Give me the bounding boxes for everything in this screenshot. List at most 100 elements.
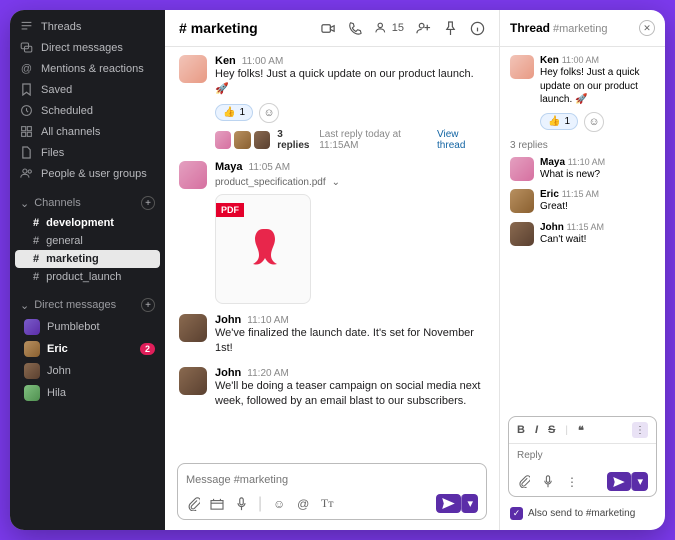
message-text: What is new?	[540, 168, 605, 182]
member-count[interactable]: 15	[375, 21, 404, 35]
attach-icon[interactable]	[517, 475, 531, 489]
bookmark-icon	[20, 83, 33, 96]
sidebar: Threads Direct messages @Mentions & reac…	[10, 10, 165, 530]
strike-icon[interactable]: S	[548, 424, 555, 436]
nav-direct-messages[interactable]: Direct messages	[10, 37, 165, 58]
mic-icon[interactable]	[541, 475, 555, 489]
author-name[interactable]: Ken	[215, 55, 236, 67]
message: John11:20 AM We'll be doing a teaser cam…	[179, 367, 485, 410]
dm-item-pumblebot[interactable]: Pumblebot	[10, 316, 165, 338]
avatar[interactable]	[179, 314, 207, 342]
avatar[interactable]	[510, 222, 534, 246]
emoji-icon[interactable]: ☺	[272, 497, 286, 511]
channel-item-product-launch[interactable]: #product_launch	[15, 268, 160, 286]
nav-label: Scheduled	[41, 105, 93, 117]
add-reaction-button[interactable]: ☺	[584, 112, 604, 132]
nav-label: Threads	[41, 21, 81, 33]
member-count-value: 15	[392, 22, 404, 34]
reply-avatar	[215, 131, 231, 149]
author-name[interactable]: John	[215, 367, 241, 379]
pdf-icon	[241, 224, 285, 274]
nav-files[interactable]: Files	[10, 142, 165, 163]
timestamp: 11:15 AM	[562, 189, 599, 199]
author-name[interactable]: Maya	[540, 157, 565, 168]
phone-call-icon[interactable]	[348, 21, 363, 36]
info-icon[interactable]	[470, 21, 485, 36]
timestamp: 11:15 AM	[567, 222, 604, 232]
file-name-row[interactable]: product_specification.pdf⌄	[215, 177, 485, 188]
add-dm-button[interactable]: +	[141, 298, 155, 312]
author-name[interactable]: Maya	[215, 161, 243, 173]
reaction-emoji: 👍	[223, 107, 235, 118]
channel-label: product_launch	[46, 271, 121, 283]
dm-item-hila[interactable]: Hila	[10, 382, 165, 404]
avatar[interactable]	[179, 55, 207, 83]
slash-command-icon[interactable]	[210, 497, 224, 511]
dm-section-header[interactable]: ⌄Direct messages +	[10, 292, 165, 316]
also-send-row: ✓ Also send to #marketing	[500, 501, 665, 530]
video-call-icon[interactable]	[321, 21, 336, 36]
nav-mentions[interactable]: @Mentions & reactions	[10, 58, 165, 79]
chevron-down-icon: ⌄	[20, 197, 29, 210]
also-send-checkbox[interactable]: ✓	[510, 507, 523, 520]
avatar[interactable]	[510, 157, 534, 181]
nav-saved[interactable]: Saved	[10, 79, 165, 100]
dm-item-john[interactable]: John	[10, 360, 165, 382]
avatar[interactable]	[179, 367, 207, 395]
italic-icon[interactable]: I	[535, 424, 538, 436]
add-member-icon[interactable]	[416, 21, 431, 36]
avatar[interactable]	[510, 55, 534, 79]
attach-icon[interactable]	[186, 497, 200, 511]
author-name[interactable]: John	[215, 314, 241, 326]
send-options-button[interactable]: ▾	[461, 494, 478, 513]
chevron-down-icon[interactable]: ⌄	[332, 177, 340, 188]
more-formatting-button[interactable]: ⋮	[632, 422, 648, 438]
author-name[interactable]: Ken	[540, 55, 559, 66]
mic-icon[interactable]	[234, 497, 248, 511]
add-reaction-button[interactable]: ☺	[259, 103, 279, 123]
add-channel-button[interactable]: +	[141, 196, 155, 210]
also-send-label: Also send to #marketing	[528, 508, 635, 519]
message-composer: | ☺ @ Tт ▾	[177, 463, 487, 520]
send-button[interactable]	[436, 494, 461, 513]
mention-icon[interactable]: @	[296, 497, 310, 511]
more-icon[interactable]: ⋮	[565, 475, 579, 489]
quote-icon[interactable]: ❝	[578, 424, 584, 437]
pin-icon[interactable]	[443, 21, 458, 36]
channel-item-general[interactable]: #general	[15, 232, 160, 250]
nav-all-channels[interactable]: All channels	[10, 121, 165, 142]
message-text: Hey folks! Just a quick update on our pr…	[215, 67, 485, 98]
close-thread-button[interactable]: ✕	[639, 20, 655, 36]
dm-item-eric[interactable]: Eric2	[10, 338, 165, 360]
thread-reply-input[interactable]	[517, 450, 648, 461]
file-thumbnail[interactable]: PDF	[215, 194, 311, 304]
avatar	[24, 385, 40, 401]
nav-label: People & user groups	[41, 168, 147, 180]
channels-icon	[20, 125, 33, 138]
at-icon: @	[20, 62, 33, 75]
nav-scheduled[interactable]: Scheduled	[10, 100, 165, 121]
thread-send-options-button[interactable]: ▾	[631, 472, 648, 491]
channels-section-header[interactable]: ⌄Channels +	[10, 190, 165, 214]
avatar	[24, 319, 40, 335]
author-name[interactable]: John	[540, 222, 564, 233]
nav-people[interactable]: People & user groups	[10, 163, 165, 184]
nav-threads[interactable]: Threads	[10, 16, 165, 37]
thread-summary[interactable]: 3 replies Last reply today at 11:15AM Vi…	[215, 129, 485, 151]
channel-item-development[interactable]: #development	[15, 214, 160, 232]
avatar[interactable]	[179, 161, 207, 189]
composer-input[interactable]	[186, 474, 478, 486]
thread-send-button[interactable]	[607, 472, 631, 491]
reaction-pill[interactable]: 👍1	[540, 113, 578, 130]
formatting-icon[interactable]: Tт	[320, 497, 334, 511]
thread-reply: Eric 11:15 AMGreat!	[510, 189, 655, 214]
channel-title[interactable]: #marketing	[179, 20, 258, 36]
bold-icon[interactable]: B	[517, 424, 525, 436]
reaction-pill[interactable]: 👍1	[215, 104, 253, 121]
avatar[interactable]	[510, 189, 534, 213]
author-name[interactable]: Eric	[540, 189, 559, 200]
view-thread-link[interactable]: View thread	[437, 129, 485, 151]
channel-item-marketing[interactable]: #marketing	[15, 250, 160, 268]
message-text: Hey folks! Just a quick update on our pr…	[540, 66, 655, 107]
timestamp: 11:05 AM	[249, 162, 291, 173]
